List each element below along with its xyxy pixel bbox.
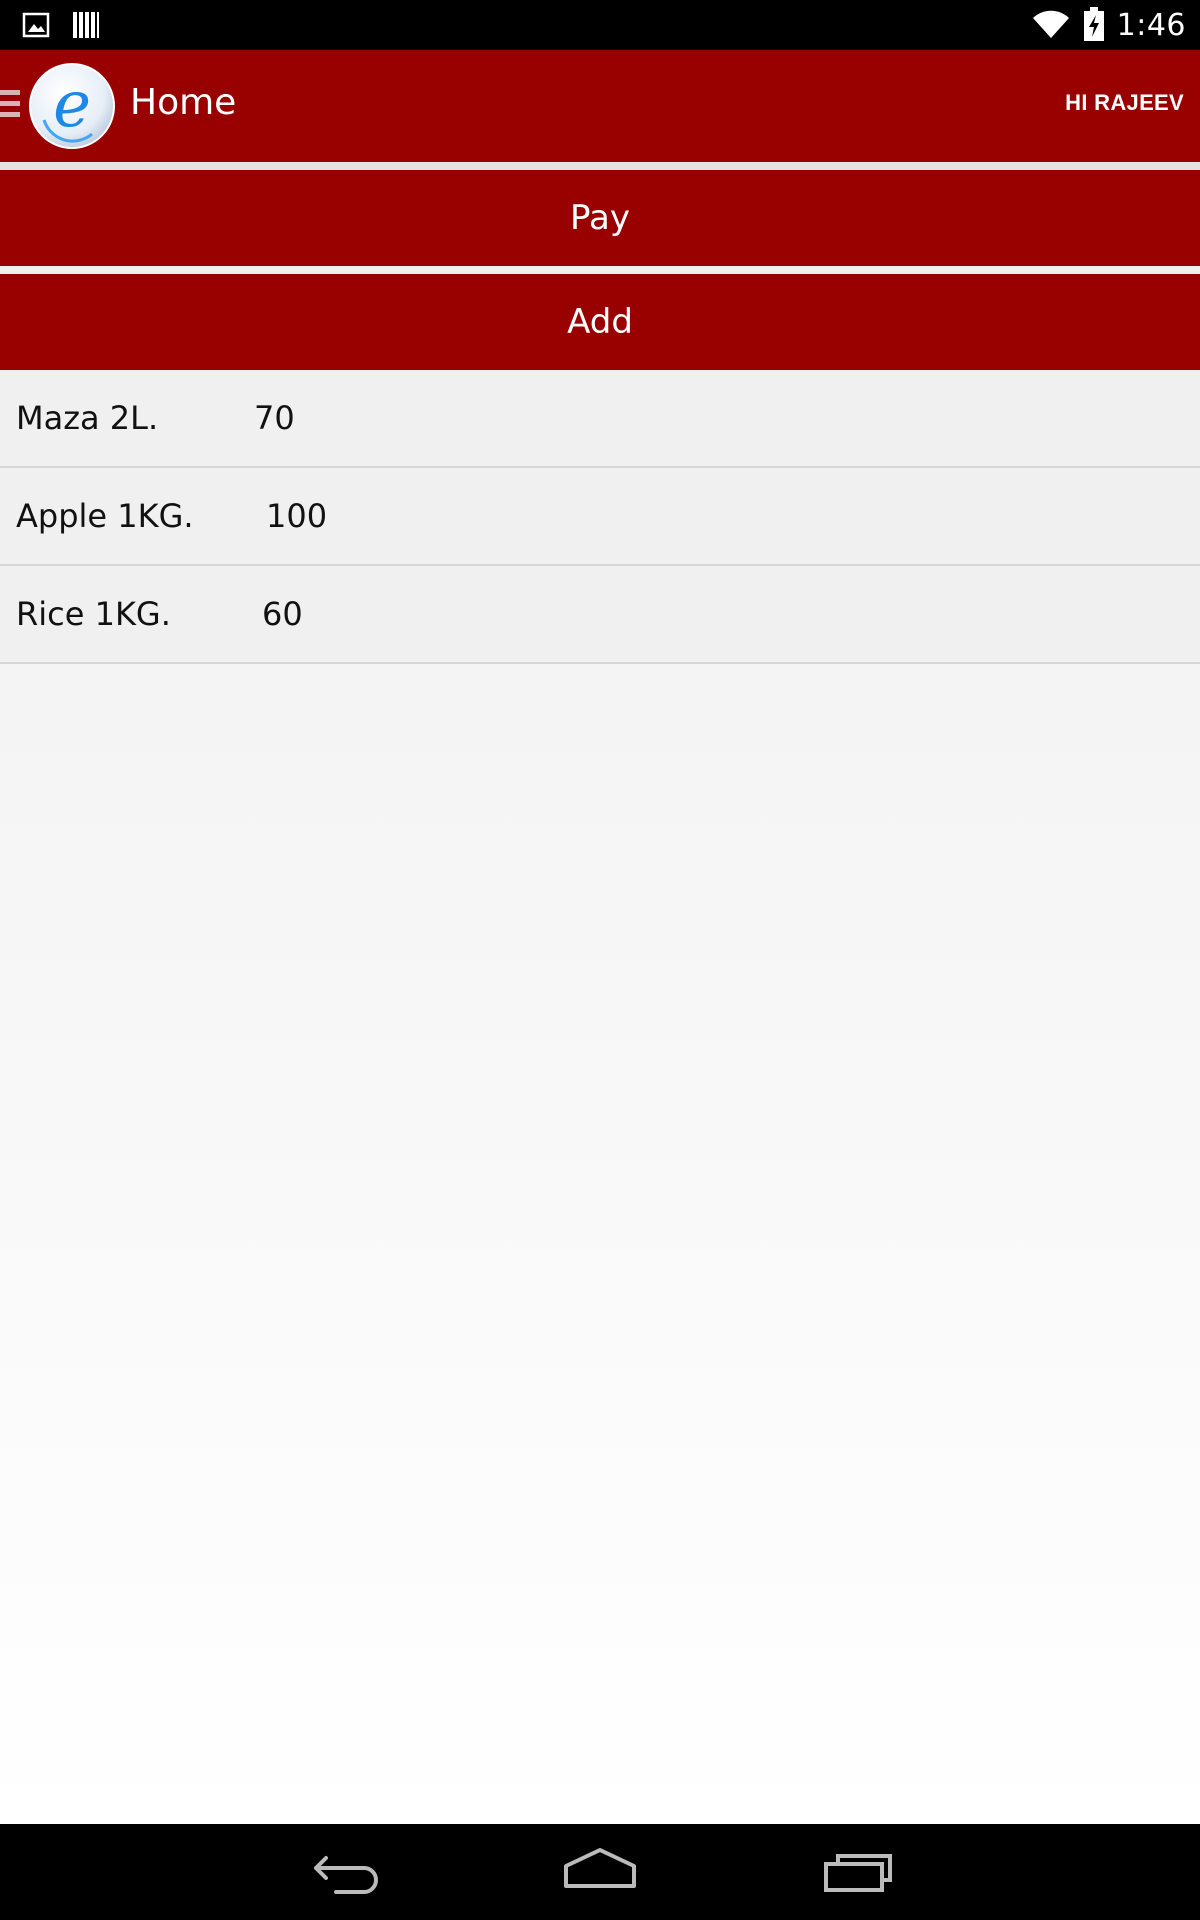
item-list: Maza 2L. 70 Apple 1KG. 100 Rice 1KG. 60 (0, 370, 1200, 664)
action-bar: e Home HI RAJEEV (0, 50, 1200, 162)
list-item[interactable]: Maza 2L. 70 (0, 370, 1200, 468)
item-price: 100 (266, 497, 328, 535)
battery-charging-icon (1083, 7, 1105, 45)
item-name: Maza 2L. (16, 399, 159, 437)
add-button[interactable]: Add (0, 274, 1200, 370)
image-icon (22, 11, 50, 43)
pay-button[interactable]: Pay (0, 170, 1200, 266)
wifi-icon (1031, 8, 1071, 44)
page-title: Home (130, 82, 237, 123)
svg-text:e: e (53, 68, 91, 142)
status-time: 1:46 (1116, 8, 1186, 43)
drawer-menu-icon[interactable] (0, 90, 20, 118)
user-greeting: HI RAJEEV (1065, 90, 1184, 115)
barcode-icon (72, 10, 100, 44)
main-content: Pay Add Maza 2L. 70 Apple 1KG. 100 Rice … (0, 170, 1200, 1824)
back-icon[interactable] (302, 1846, 382, 1900)
home-icon[interactable] (560, 1846, 640, 1900)
app-logo-e-icon[interactable]: e (28, 62, 116, 150)
list-item[interactable]: Apple 1KG. 100 (0, 468, 1200, 566)
item-price: 70 (254, 399, 295, 437)
list-item[interactable]: Rice 1KG. 60 (0, 566, 1200, 664)
item-name: Apple 1KG. (16, 497, 194, 535)
item-price: 60 (262, 595, 303, 633)
navigation-bar (0, 1824, 1200, 1920)
recent-apps-icon[interactable] (818, 1846, 898, 1900)
status-bar: 1:46 (0, 0, 1200, 50)
item-name: Rice 1KG. (16, 595, 171, 633)
status-left (22, 10, 100, 44)
action-bar-divider (0, 162, 1200, 170)
status-right: 1:46 (1031, 6, 1186, 46)
app-screen: 1:46 e Home HI RAJEEV Pay Add Maza 2L. 7… (0, 0, 1200, 1920)
